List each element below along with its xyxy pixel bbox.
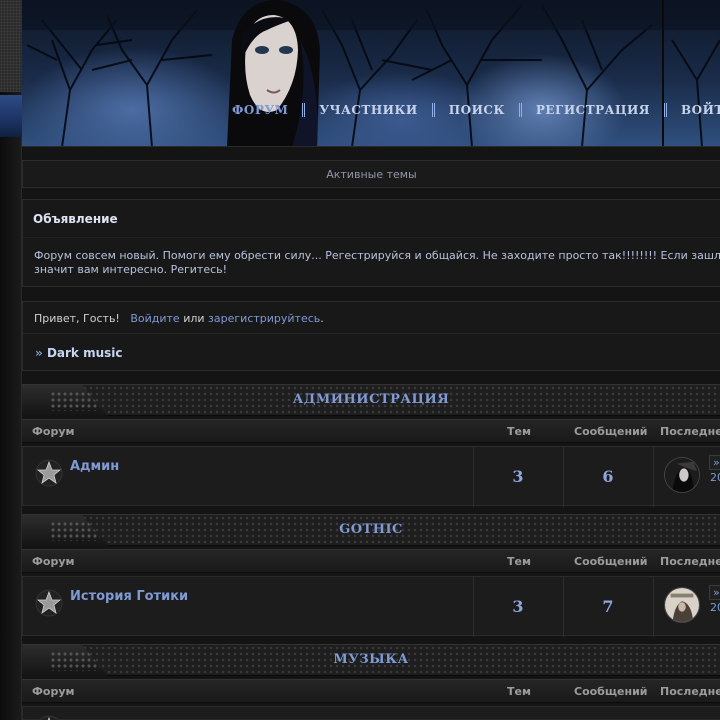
header-banner: ФОРУМ УЧАСТНИКИ ПОИСК РЕГИСТРАЦИЯ ВОЙТИ	[22, 0, 720, 147]
col-posts: Сообщений	[574, 555, 648, 568]
last-post-link[interactable]: »	[709, 585, 720, 600]
column-header-row: Форум Тем Сообщений Последнее	[22, 419, 720, 443]
col-posts: Сообщений	[574, 685, 648, 698]
forum-row: История Готики 3 7 » 20	[22, 576, 720, 637]
nav-register[interactable]: РЕГИСТРАЦИЯ	[536, 103, 650, 117]
avatar[interactable]	[664, 457, 700, 493]
greeting-panel: Привет, Гость! Войдите или зарегистрируй…	[22, 301, 720, 371]
category-header: GOTHIC	[22, 514, 720, 546]
column-header-row: Форум Тем Сообщений Последнее	[22, 549, 720, 573]
forum-row: Админ 3 6 » 20	[22, 446, 720, 507]
announcement-panel: Объявление Форум совсем новый. Помоги ем…	[22, 199, 720, 287]
col-topics: Тем	[507, 555, 531, 568]
nav-search[interactable]: ПОИСК	[449, 103, 505, 117]
main-nav: ФОРУМ УЧАСТНИКИ ПОИСК РЕГИСТРАЦИЯ ВОЙТИ	[232, 103, 720, 117]
greeting-or: или	[183, 312, 205, 325]
star-icon	[38, 715, 60, 720]
col-last-post: Последнее	[660, 555, 720, 568]
login-link[interactable]: Войдите	[130, 312, 179, 325]
nav-forum[interactable]: ФОРУМ	[232, 103, 288, 117]
star-icon	[35, 589, 63, 617]
topics-count: 3	[512, 467, 524, 486]
posts-count: 7	[602, 597, 614, 616]
greeting-period: .	[320, 312, 324, 325]
left-blue-tab	[0, 95, 22, 137]
col-topics: Тем	[507, 425, 531, 438]
breadcrumb-arrow: »	[35, 346, 43, 360]
cell-divider	[653, 447, 654, 507]
nav-separator	[302, 103, 306, 117]
col-forum: Форум	[32, 685, 75, 698]
portrait-image	[227, 0, 320, 146]
category-title[interactable]: АДМИНИСТРАЦИЯ	[22, 392, 720, 407]
col-posts: Сообщений	[574, 425, 648, 438]
goto-arrow-icon[interactable]: »	[709, 455, 720, 470]
forum-title[interactable]: Админ	[70, 459, 119, 474]
nav-separator	[663, 103, 667, 117]
banner-divider	[662, 0, 664, 146]
forum-title[interactable]: История Готики	[70, 589, 188, 604]
forum-row	[22, 706, 720, 720]
cell-divider	[653, 577, 654, 637]
nav-separator	[518, 103, 522, 117]
announcement-text: Форум совсем новый. Помоги ему обрести с…	[34, 249, 720, 276]
topics-count: 3	[512, 597, 524, 616]
nav-members[interactable]: УЧАСТНИКИ	[319, 103, 417, 117]
col-forum: Форум	[32, 555, 75, 568]
register-link[interactable]: зарегистрируйтесь	[208, 312, 320, 325]
category-title[interactable]: GOTHIC	[22, 522, 720, 537]
goto-arrow-icon[interactable]: »	[709, 585, 720, 600]
last-post-date: 20	[710, 471, 720, 484]
col-forum: Форум	[32, 425, 75, 438]
star-icon	[35, 459, 63, 487]
breadcrumb: » Dark music	[35, 346, 123, 360]
greeting-text: Привет, Гость!	[34, 312, 120, 325]
breadcrumb-home-link[interactable]: Dark music	[47, 346, 123, 360]
active-topics-link[interactable]: Активные темы	[326, 168, 417, 181]
last-post-date: 20	[710, 601, 720, 614]
announcement-title: Объявление	[33, 212, 118, 226]
active-topics-bar: Активные темы	[22, 160, 720, 188]
category-header: АДМИНИСТРАЦИЯ	[22, 384, 720, 416]
avatar[interactable]	[664, 587, 700, 623]
nav-separator	[431, 103, 435, 117]
col-last-post: Последнее	[660, 425, 720, 438]
category-title[interactable]: МУЗЫКА	[22, 652, 720, 667]
column-header-row: Форум Тем Сообщений Последнее	[22, 679, 720, 703]
greeting-line: Привет, Гость! Войдите или зарегистрируй…	[34, 312, 324, 325]
posts-count: 6	[602, 467, 614, 486]
col-last-post: Последнее	[660, 685, 720, 698]
divider	[23, 333, 720, 334]
tree-silhouette-image	[22, 0, 720, 146]
category-header: МУЗЫКА	[22, 644, 720, 676]
nav-login[interactable]: ВОЙТИ	[681, 103, 720, 117]
col-topics: Тем	[507, 685, 531, 698]
left-edge-strip	[0, 0, 22, 720]
last-post-link[interactable]: »	[709, 455, 720, 470]
divider	[23, 237, 720, 238]
left-carbon-texture	[0, 0, 22, 92]
